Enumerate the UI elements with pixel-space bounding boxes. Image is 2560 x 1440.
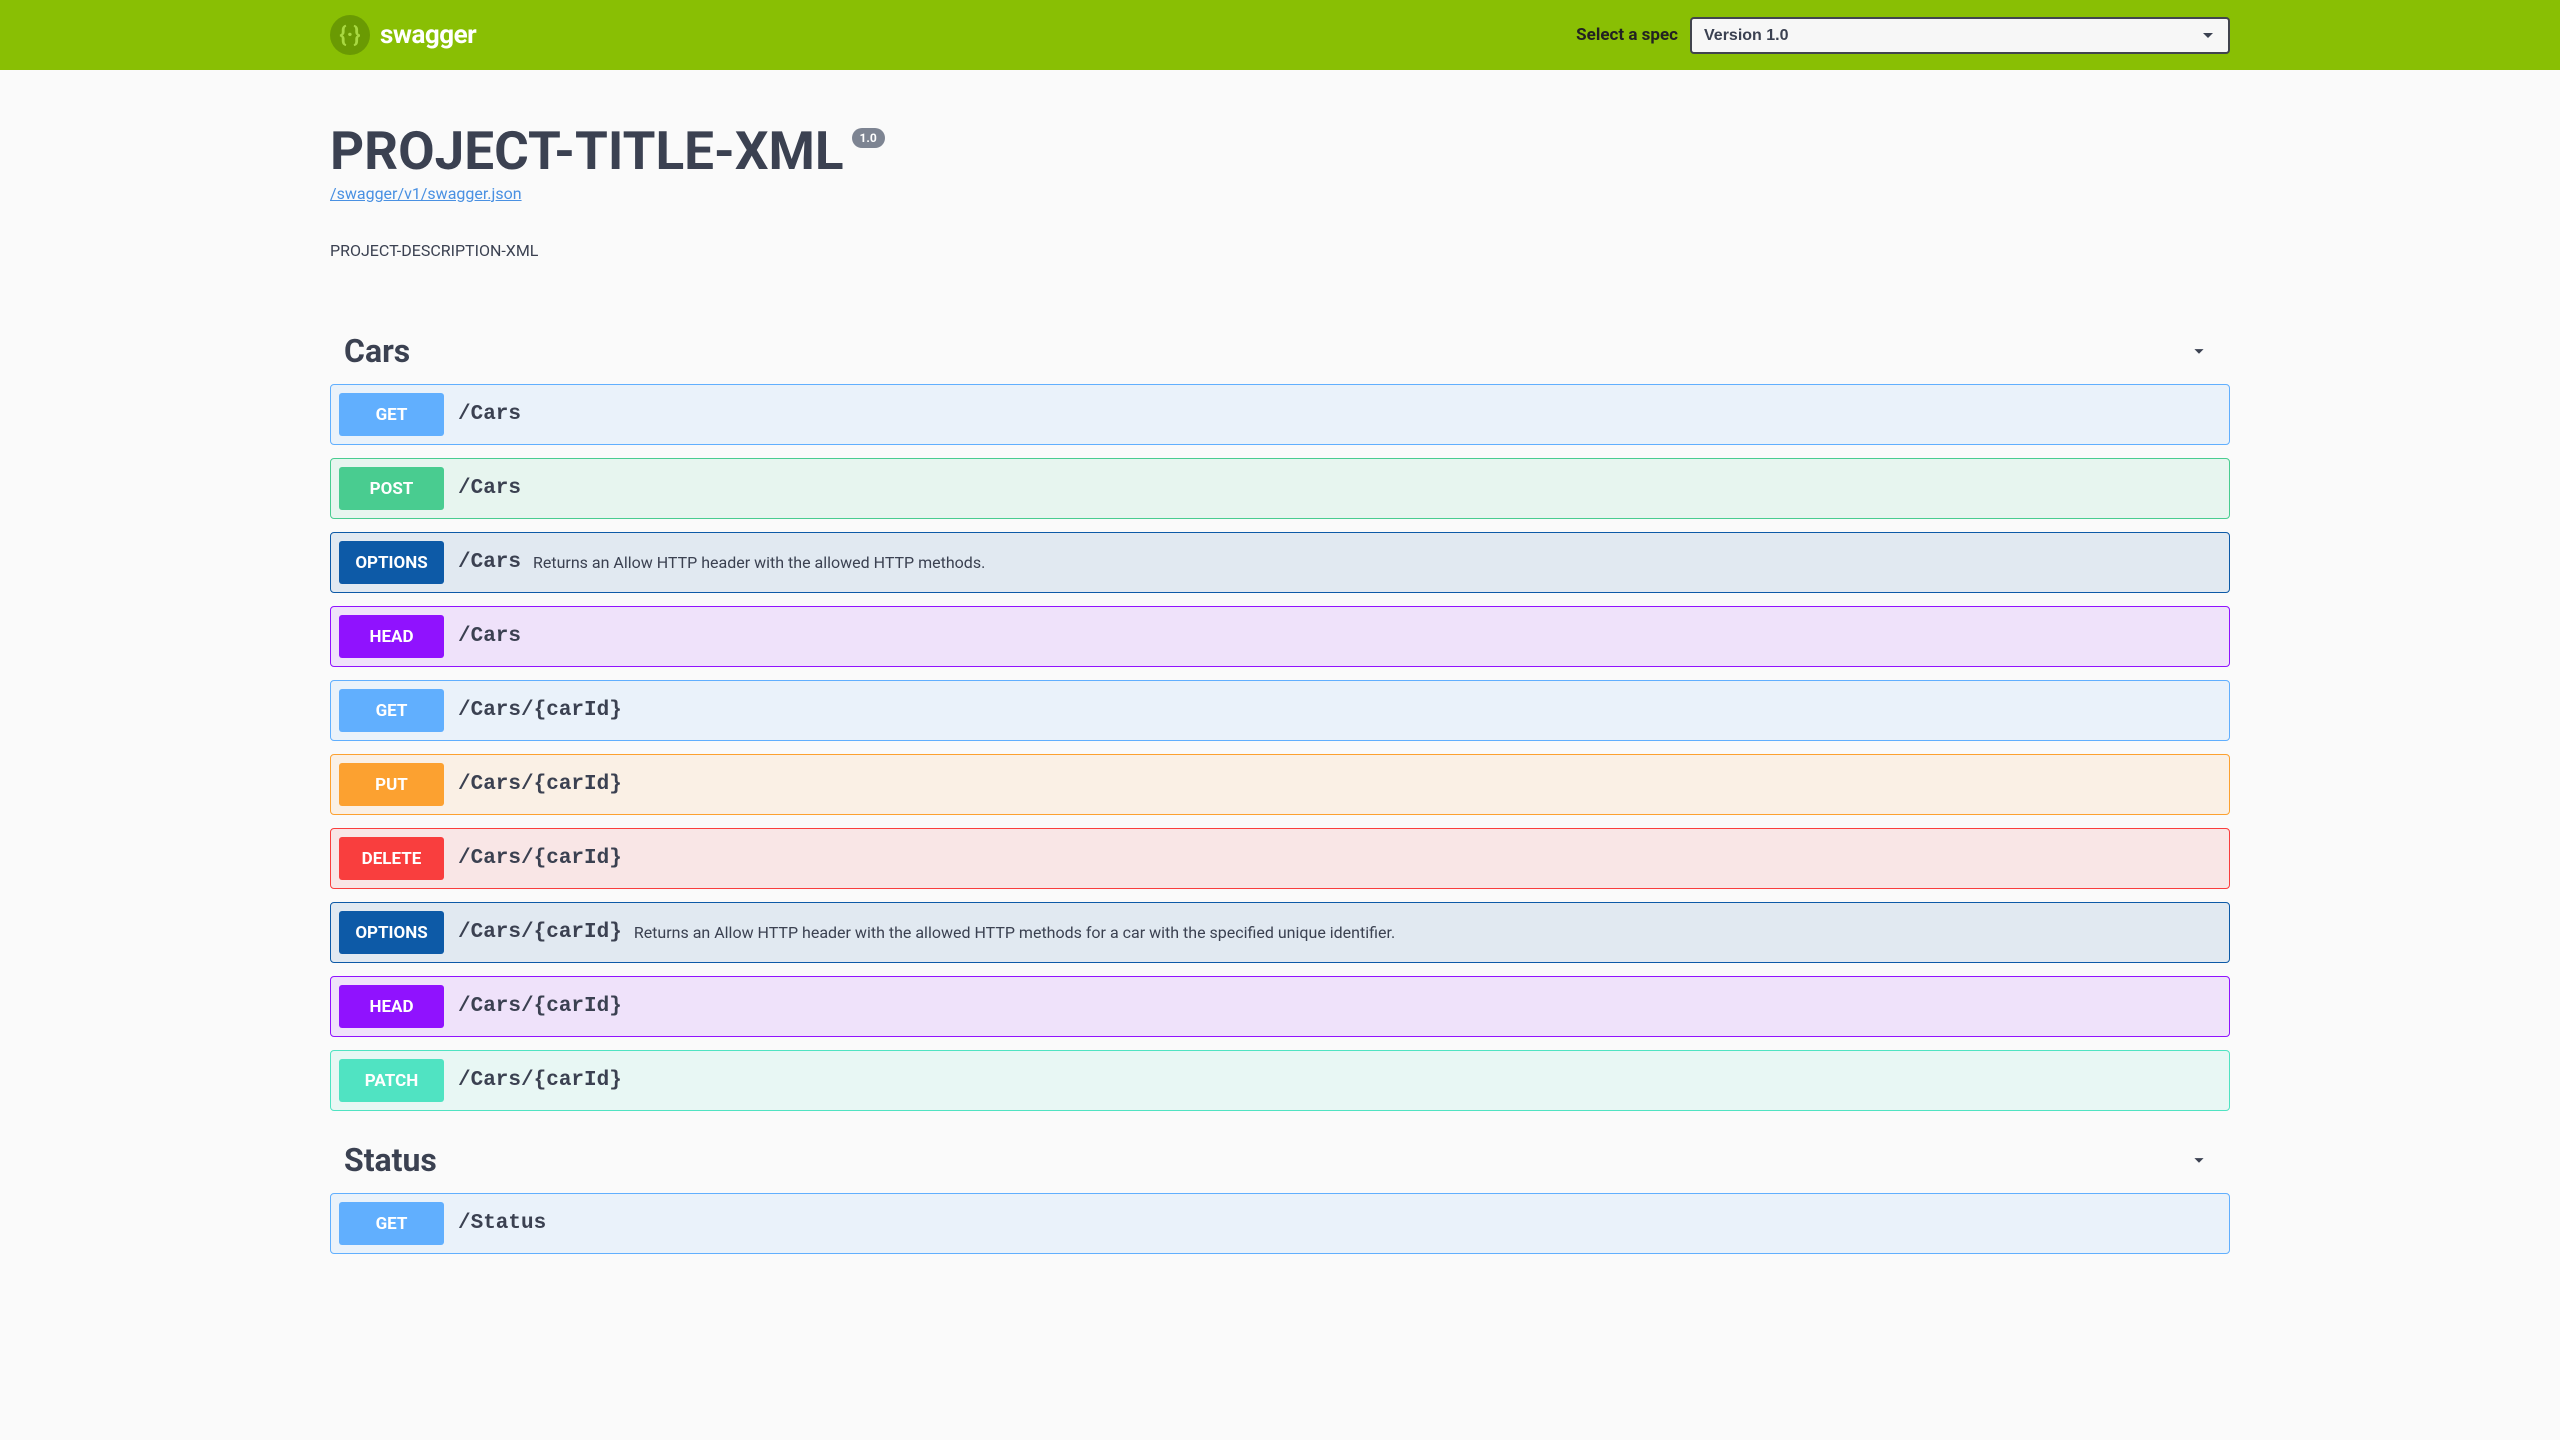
operation-row[interactable]: PATCH/Cars/{carId} bbox=[330, 1050, 2230, 1111]
method-badge: PUT bbox=[339, 763, 444, 806]
method-badge: DELETE bbox=[339, 837, 444, 880]
tag-header[interactable]: Cars bbox=[330, 322, 2230, 380]
tag-section: CarsGET/CarsPOST/CarsOPTIONS/CarsReturns… bbox=[330, 322, 2230, 1111]
operation-row[interactable]: POST/Cars bbox=[330, 458, 2230, 519]
operation-path: /Cars/{carId} bbox=[458, 921, 622, 944]
api-description: PROJECT-DESCRIPTION-XML bbox=[330, 241, 2230, 260]
swagger-logo-icon: {·} bbox=[330, 15, 370, 55]
operation-row[interactable]: HEAD/Cars/{carId} bbox=[330, 976, 2230, 1037]
operation-row[interactable]: GET/Cars bbox=[330, 384, 2230, 445]
chevron-down-icon bbox=[2188, 1149, 2210, 1171]
operation-row[interactable]: DELETE/Cars/{carId} bbox=[330, 828, 2230, 889]
operations-list: GET/CarsPOST/CarsOPTIONS/CarsReturns an … bbox=[330, 384, 2230, 1111]
chevron-down-icon bbox=[2188, 340, 2210, 362]
spec-url-link[interactable]: /swagger/v1/swagger.json bbox=[330, 184, 522, 203]
spec-select[interactable]: Version 1.0 bbox=[1690, 17, 2230, 54]
operation-path: /Cars/{carId} bbox=[458, 699, 622, 722]
operation-path: /Cars bbox=[458, 551, 521, 574]
operation-path: /Cars/{carId} bbox=[458, 847, 622, 870]
swagger-logo[interactable]: {·} swagger bbox=[330, 15, 476, 55]
method-badge: OPTIONS bbox=[339, 911, 444, 954]
topbar: {·} swagger Select a spec Version 1.0 bbox=[0, 0, 2560, 70]
tag-section: Status GET/Status bbox=[330, 1131, 2230, 1254]
operation-row[interactable]: GET/Cars/{carId} bbox=[330, 680, 2230, 741]
method-badge: HEAD bbox=[339, 615, 444, 658]
method-badge: HEAD bbox=[339, 985, 444, 1028]
operation-path: /Cars/{carId} bbox=[458, 773, 622, 796]
operation-row[interactable]: GET/Status bbox=[330, 1193, 2230, 1254]
operation-path: /Status bbox=[458, 1212, 546, 1235]
operation-summary: Returns an Allow HTTP header with the al… bbox=[533, 553, 985, 572]
operation-path: /Cars/{carId} bbox=[458, 995, 622, 1018]
tag-header[interactable]: Status bbox=[330, 1131, 2230, 1189]
operation-path: /Cars/{carId} bbox=[458, 1069, 622, 1092]
swagger-logo-text: swagger bbox=[380, 20, 476, 50]
method-badge: OPTIONS bbox=[339, 541, 444, 584]
tags-root: CarsGET/CarsPOST/CarsOPTIONS/CarsReturns… bbox=[330, 322, 2230, 1254]
operation-path: /Cars bbox=[458, 625, 521, 648]
tag-name: Status bbox=[344, 1141, 437, 1179]
operation-path: /Cars bbox=[458, 477, 521, 500]
operation-summary: Returns an Allow HTTP header with the al… bbox=[634, 923, 1395, 942]
method-badge: GET bbox=[339, 689, 444, 732]
method-badge: PATCH bbox=[339, 1059, 444, 1102]
topbar-inner: {·} swagger Select a spec Version 1.0 bbox=[330, 15, 2230, 55]
operation-row[interactable]: OPTIONS/Cars Returns an Allow HTTP header… bbox=[330, 532, 2230, 593]
api-title-text: PROJECT-TITLE-XML bbox=[330, 120, 844, 182]
method-badge: GET bbox=[339, 1202, 444, 1245]
operation-row[interactable]: OPTIONS/Cars/{carId} Returns an Allow HTT… bbox=[330, 902, 2230, 963]
api-title: PROJECT-TITLE-XML 1.0 bbox=[330, 120, 885, 182]
main-container: PROJECT-TITLE-XML 1.0 /swagger/v1/swagge… bbox=[330, 70, 2230, 1304]
operation-row[interactable]: HEAD/Cars bbox=[330, 606, 2230, 667]
operation-row[interactable]: PUT/Cars/{carId} bbox=[330, 754, 2230, 815]
spec-selector: Select a spec Version 1.0 bbox=[1576, 17, 2230, 54]
operations-list: GET/Status bbox=[330, 1193, 2230, 1254]
method-badge: GET bbox=[339, 393, 444, 436]
spec-selector-label: Select a spec bbox=[1576, 25, 1678, 45]
info-section: PROJECT-TITLE-XML 1.0 /swagger/v1/swagge… bbox=[330, 120, 2230, 260]
tag-name: Cars bbox=[344, 332, 410, 370]
operation-path: /Cars bbox=[458, 403, 521, 426]
version-badge: 1.0 bbox=[852, 128, 885, 148]
method-badge: POST bbox=[339, 467, 444, 510]
